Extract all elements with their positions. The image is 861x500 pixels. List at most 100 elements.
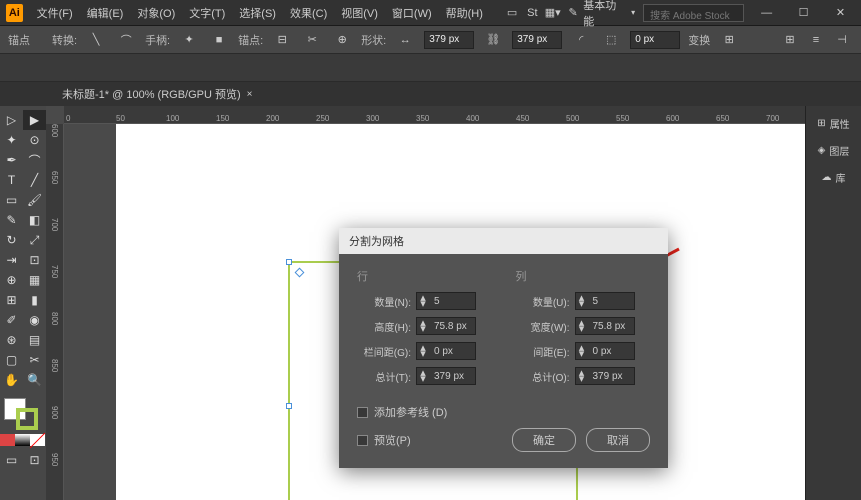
stepper-icon[interactable]: ▴▾	[576, 345, 588, 357]
height-input[interactable]: 379 px	[512, 31, 562, 49]
corner-widget-tl[interactable]	[295, 268, 305, 278]
stroke-swatch[interactable]	[16, 408, 38, 430]
stepper-icon[interactable]: ▴▾	[417, 295, 429, 307]
width-tool[interactable]: ⇥	[0, 250, 23, 270]
pin-icon[interactable]: ⊣	[831, 30, 853, 50]
convert-corner-icon[interactable]: ╲	[85, 30, 107, 50]
handle-hide-icon[interactable]: ■	[208, 30, 230, 50]
symbol-sprayer-tool[interactable]: ⊛	[0, 330, 23, 350]
selection-handle-ml[interactable]	[286, 403, 292, 409]
close-button[interactable]: ✕	[826, 2, 855, 23]
corner-input[interactable]: 0 px	[630, 31, 680, 49]
menu-effect[interactable]: 效果(C)	[284, 2, 333, 24]
menu-object[interactable]: 对象(O)	[131, 2, 181, 24]
scale-tool[interactable]: ⤢	[23, 230, 46, 250]
preview-checkbox[interactable]	[357, 435, 368, 446]
mesh-tool[interactable]: ⊞	[0, 290, 23, 310]
pen-tool[interactable]: ✒	[0, 150, 23, 170]
brush-icon[interactable]: ✎	[563, 3, 583, 23]
menu-help[interactable]: 帮助(H)	[440, 2, 489, 24]
prefs-icon[interactable]: ≡	[805, 30, 827, 50]
rotate-tool[interactable]: ↻	[0, 230, 23, 250]
chevron-down-icon[interactable]: ▾	[631, 8, 635, 17]
stock-search-input[interactable]: 搜索 Adobe Stock	[643, 4, 744, 22]
col-count-input[interactable]: ▴▾5	[575, 292, 635, 310]
stepper-icon[interactable]: ▴▾	[417, 370, 429, 382]
panel-layers[interactable]: ◈图层	[806, 139, 861, 162]
cloud-doc-icon[interactable]: ▭	[502, 3, 522, 23]
convert-smooth-icon[interactable]: ⌒	[115, 30, 137, 50]
anchor-remove-icon[interactable]: ⊟	[271, 30, 293, 50]
row-total-input[interactable]: ▴▾379 px	[416, 367, 476, 385]
row-count-input[interactable]: ▴▾5	[416, 292, 476, 310]
stepper-icon[interactable]: ▴▾	[576, 320, 588, 332]
width-input[interactable]: 379 px	[424, 31, 474, 49]
rectangle-tool[interactable]: ▭	[0, 190, 23, 210]
selection-handle-tl[interactable]	[286, 259, 292, 265]
stepper-icon[interactable]: ▴▾	[417, 345, 429, 357]
none-mode-swatch[interactable]	[30, 434, 45, 446]
stepper-icon[interactable]: ▴▾	[576, 370, 588, 382]
graph-tool[interactable]: ▤	[23, 330, 46, 350]
line-tool[interactable]: ╱	[23, 170, 46, 190]
curvature-tool[interactable]: ⌒	[23, 150, 46, 170]
menu-type[interactable]: 文字(T)	[183, 2, 231, 24]
magic-wand-tool[interactable]: ✦	[0, 130, 23, 150]
corner-link-icon[interactable]: ⬚	[600, 30, 622, 50]
perspective-tool[interactable]: ▦	[23, 270, 46, 290]
eraser-tool[interactable]: ◧	[23, 210, 46, 230]
col-total-input[interactable]: ▴▾379 px	[575, 367, 635, 385]
shape-builder-tool[interactable]: ⊕	[0, 270, 23, 290]
screen-mode-normal[interactable]: ▭	[0, 450, 23, 470]
document-tab[interactable]: 未标题-1* @ 100% (RGB/GPU 预览) ×	[52, 82, 263, 106]
lasso-tool[interactable]: ⊙	[23, 130, 46, 150]
transform-icon[interactable]: ⊞	[718, 30, 740, 50]
ok-button[interactable]: 确定	[512, 428, 576, 452]
eyedropper-tool[interactable]: ✐	[0, 310, 23, 330]
maximize-button[interactable]: ☐	[789, 2, 818, 23]
shaper-tool[interactable]: ✎	[0, 210, 23, 230]
link-wh-icon[interactable]: ↔	[394, 30, 416, 50]
anchor-cut-icon[interactable]: ✂	[301, 30, 323, 50]
close-tab-icon[interactable]: ×	[247, 89, 253, 100]
add-guides-checkbox[interactable]	[357, 407, 368, 418]
fill-stroke-control[interactable]	[0, 396, 46, 432]
panel-libraries[interactable]: ☁库	[806, 166, 861, 189]
arrange-icon[interactable]: ▦▾	[543, 3, 563, 23]
menu-edit[interactable]: 编辑(E)	[81, 2, 130, 24]
cancel-button[interactable]: 取消	[586, 428, 650, 452]
col-width-input[interactable]: ▴▾75.8 px	[575, 317, 635, 335]
gradient-mode-swatch[interactable]	[15, 434, 30, 446]
workspace-switcher[interactable]: 基本功能	[583, 0, 623, 29]
color-mode-swatch[interactable]	[0, 434, 15, 446]
slice-tool[interactable]: ✂	[23, 350, 46, 370]
menu-file[interactable]: 文件(F)	[31, 2, 79, 24]
doc-setup-icon[interactable]: ⊞	[779, 30, 801, 50]
minimize-button[interactable]: —	[752, 3, 781, 23]
stepper-icon[interactable]: ▴▾	[576, 295, 588, 307]
artboard-tool[interactable]: ▢	[0, 350, 23, 370]
vertical-ruler[interactable]: 600650700750800850900950	[46, 124, 64, 500]
brush-tool[interactable]: 🖌	[23, 190, 46, 210]
row-gutter-input[interactable]: ▴▾0 px	[416, 342, 476, 360]
assets-icon[interactable]: St	[522, 3, 542, 23]
free-transform-tool[interactable]: ⊡	[23, 250, 46, 270]
handle-show-icon[interactable]: ✦	[178, 30, 200, 50]
direct-selection-tool[interactable]: ▶	[23, 110, 46, 130]
gradient-tool[interactable]: ▮	[23, 290, 46, 310]
blend-tool[interactable]: ◉	[23, 310, 46, 330]
type-tool[interactable]: T	[0, 170, 23, 190]
zoom-tool[interactable]: 🔍	[23, 370, 46, 390]
col-gutter-input[interactable]: ▴▾0 px	[575, 342, 635, 360]
anchor-connect-icon[interactable]: ⊕	[331, 30, 353, 50]
menu-view[interactable]: 视图(V)	[335, 2, 384, 24]
stepper-icon[interactable]: ▴▾	[417, 320, 429, 332]
hand-tool[interactable]: ✋	[0, 370, 23, 390]
corner-type-icon[interactable]: ◜	[570, 30, 592, 50]
menu-window[interactable]: 窗口(W)	[386, 2, 438, 24]
row-height-input[interactable]: ▴▾75.8 px	[416, 317, 476, 335]
selection-tool[interactable]: ▷	[0, 110, 23, 130]
link-chain-icon[interactable]: ⛓	[482, 30, 504, 50]
screen-mode-toggle[interactable]: ⊡	[23, 450, 46, 470]
horizontal-ruler[interactable]: 0501001502002503003504004505005506006507…	[64, 106, 805, 124]
